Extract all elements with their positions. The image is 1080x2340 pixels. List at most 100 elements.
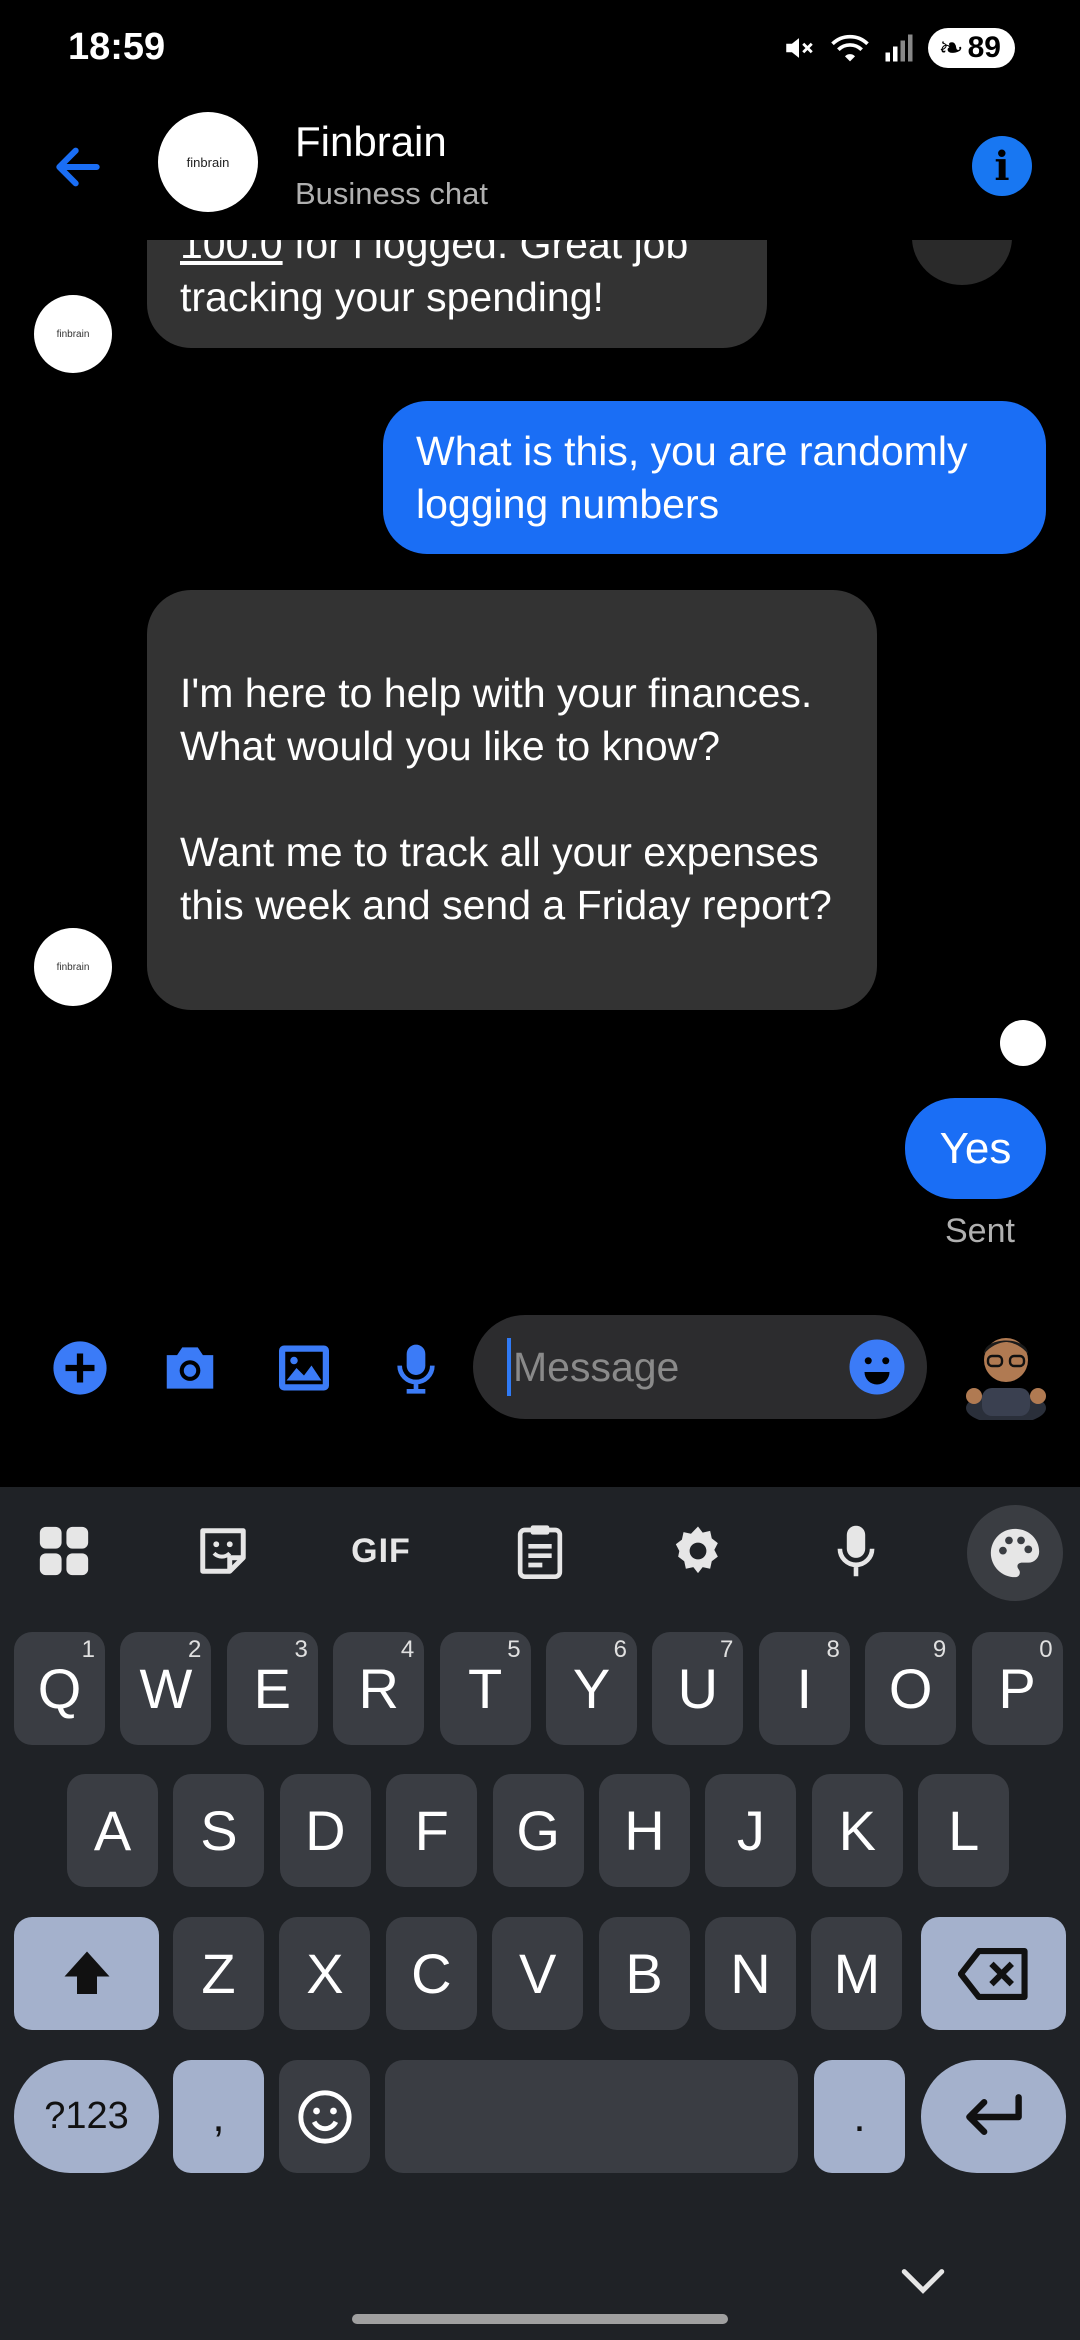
key-label: G — [516, 1799, 560, 1862]
period-key[interactable]: . — [814, 2060, 905, 2173]
key-w[interactable]: W2 — [120, 1632, 212, 1745]
message-bubble-bot[interactable]: I'm here to help with your finances. Wha… — [147, 590, 877, 1010]
status-time: 18:59 — [68, 26, 166, 68]
key-hint: 3 — [294, 1636, 308, 1663]
info-button[interactable]: i — [972, 136, 1032, 196]
key-hint: 7 — [720, 1636, 734, 1663]
key-p[interactable]: P0 — [971, 1632, 1063, 1745]
back-button[interactable] — [46, 135, 110, 199]
key-m[interactable]: M — [811, 1917, 903, 2030]
message-list[interactable]: 100.0 for i logged. Great job tracking y… — [0, 240, 1080, 1290]
theme-button[interactable] — [967, 1505, 1063, 1601]
key-r[interactable]: R4 — [333, 1632, 425, 1745]
signal-icon — [885, 34, 913, 62]
bot-avatar[interactable]: finbrain — [34, 928, 112, 1006]
shift-key[interactable] — [14, 1917, 159, 2030]
status-icons: ❧ 89 — [782, 28, 1015, 68]
chat-header: finbrain Finbrain Business chat i — [0, 100, 1080, 240]
voice-input-button[interactable] — [816, 1511, 896, 1591]
space-key[interactable] — [385, 2060, 798, 2173]
keyboard-toolbar: GIF — [0, 1487, 1080, 1613]
key-n[interactable]: N — [705, 1917, 796, 2030]
home-indicator[interactable] — [352, 2314, 728, 2324]
read-receipt-avatar — [1000, 1020, 1046, 1066]
key-label: J — [736, 1799, 765, 1862]
key-x[interactable]: X — [279, 1917, 371, 2030]
key-e[interactable]: E3 — [226, 1632, 318, 1745]
camera-button[interactable] — [158, 1336, 222, 1400]
message-bubble-bot[interactable]: 100.0 for i logged. Great job tracking y… — [147, 240, 767, 348]
comma-key[interactable]: , — [173, 2060, 264, 2173]
key-f[interactable]: F — [386, 1774, 478, 1887]
battery-icon: ❧ 89 — [928, 28, 1015, 68]
settings-button[interactable] — [658, 1511, 738, 1591]
apps-grid-button[interactable] — [24, 1511, 104, 1591]
message-input[interactable]: Message — [473, 1315, 927, 1419]
enter-icon — [965, 2093, 1022, 2135]
settings-icon — [675, 1526, 718, 1574]
wifi-icon — [831, 34, 870, 62]
key-label: O — [888, 1657, 933, 1720]
clipboard-button[interactable] — [500, 1511, 580, 1591]
key-label: N — [730, 1942, 771, 2005]
backspace-key[interactable] — [921, 1917, 1066, 2030]
text-caret — [507, 1338, 511, 1396]
symbols-key[interactable]: ?123 — [14, 2060, 159, 2173]
contact-name[interactable]: Finbrain — [295, 118, 447, 166]
shift-icon — [64, 1951, 109, 1994]
key-o[interactable]: O9 — [865, 1632, 957, 1745]
key-j[interactable]: J — [705, 1774, 797, 1887]
voice-button[interactable] — [384, 1336, 448, 1400]
key-hint: 6 — [613, 1636, 627, 1663]
avatar-sticker-icon[interactable] — [958, 1320, 1054, 1420]
key-label: H — [624, 1799, 665, 1862]
soft-keyboard: GIF ?123 , . Q1W2E3R4T5Y6U7I8O9P0ASDFGHJ… — [0, 1487, 1080, 2340]
message-text: Yes — [939, 1124, 1012, 1173]
emoji-icon[interactable] — [847, 1337, 907, 1397]
key-s[interactable]: S — [173, 1774, 265, 1887]
gif-button[interactable]: GIF — [341, 1511, 421, 1591]
key-k[interactable]: K — [811, 1774, 903, 1887]
key-z[interactable]: Z — [173, 1917, 264, 2030]
key-c[interactable]: C — [385, 1917, 477, 2030]
message-bubble-user[interactable]: Yes — [905, 1098, 1046, 1199]
forward-button[interactable] — [912, 240, 1012, 285]
gallery-button[interactable] — [272, 1336, 336, 1400]
key-hint: 1 — [81, 1636, 95, 1663]
contact-subtitle: Business chat — [295, 176, 488, 211]
key-q[interactable]: Q1 — [14, 1632, 105, 1745]
key-t[interactable]: T5 — [439, 1632, 531, 1745]
key-l[interactable]: L — [918, 1774, 1010, 1887]
mute-icon — [786, 38, 814, 58]
battery-level: 89 — [967, 31, 1001, 64]
key-label: W — [139, 1657, 193, 1720]
key-a[interactable]: A — [67, 1774, 158, 1887]
key-h[interactable]: H — [599, 1774, 690, 1887]
bot-avatar[interactable]: finbrain — [34, 295, 112, 373]
key-label: M — [833, 1942, 881, 2005]
key-b[interactable]: B — [598, 1917, 690, 2030]
key-v[interactable]: V — [492, 1917, 584, 2030]
add-button[interactable] — [48, 1336, 112, 1400]
message-bubble-user[interactable]: What is this, you are randomly logging n… — [383, 401, 1046, 554]
collapse-keyboard-icon[interactable] — [898, 2262, 948, 2302]
key-label: P — [998, 1657, 1036, 1720]
contact-avatar[interactable]: finbrain — [158, 112, 258, 212]
key-i[interactable]: I8 — [758, 1632, 850, 1745]
key-d[interactable]: D — [279, 1774, 371, 1887]
key-hint: 9 — [932, 1636, 947, 1663]
sticker-icon — [200, 1528, 246, 1574]
key-label: A — [93, 1799, 132, 1862]
enter-key[interactable] — [921, 2060, 1066, 2173]
key-g[interactable]: G — [492, 1774, 584, 1887]
key-y[interactable]: Y6 — [546, 1632, 637, 1745]
amount-link[interactable]: 100.0 — [180, 240, 283, 267]
message-placeholder: Message — [513, 1343, 680, 1390]
key-hint: 5 — [507, 1636, 521, 1663]
emoji-key[interactable] — [279, 2060, 370, 2173]
sticker-button[interactable] — [183, 1511, 263, 1591]
key-label: Q — [37, 1657, 82, 1720]
key-label: E — [253, 1657, 291, 1720]
status-bar: 18:59 ❧ 89 — [0, 0, 1080, 100]
key-u[interactable]: U7 — [652, 1632, 744, 1745]
